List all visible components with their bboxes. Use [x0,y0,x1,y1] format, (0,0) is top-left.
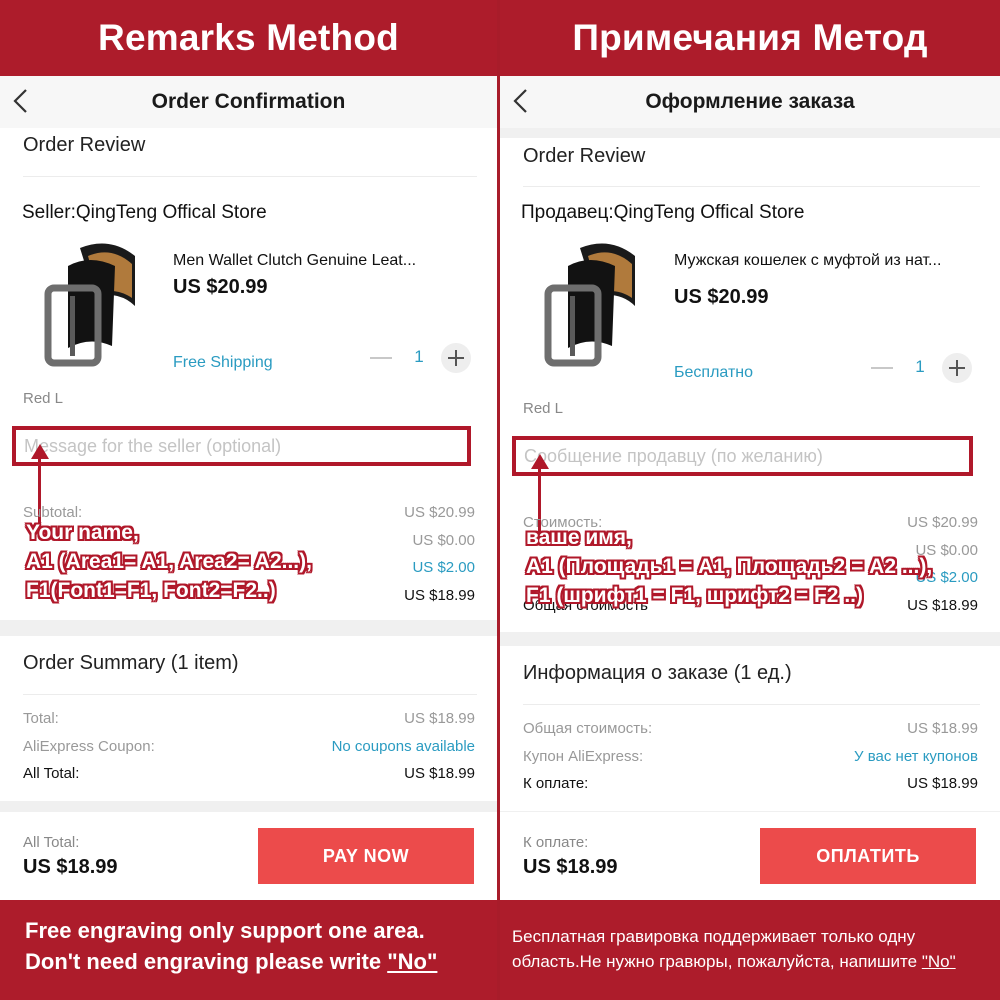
engraving-note: Бесплатная гравировка поддерживает тольк… [500,900,1000,1000]
all-total-value: US $18.99 [404,765,475,782]
product-name[interactable]: Мужская кошелек с муфтой из нат... [674,252,941,270]
order-summary-title: Информация о заказе (1 ед.) [523,662,792,684]
shipping-value: US $2.00 [412,559,475,576]
checkout-bar: All Total: US $18.99 PAY NOW [0,812,497,900]
product-variant: Red L [523,400,564,417]
coupon-link[interactable]: У вас нет купонов [854,748,978,765]
total-label: Общая стоимость: [523,720,653,737]
left-panel: Remarks Method Order Confirmation Order … [0,0,497,1000]
seller-message-input[interactable] [24,434,459,458]
total-value: US $18.99 [404,710,475,727]
banner-title: Примечания Метод [500,0,1000,76]
note-line-2: область.Не нужно гравюры, пожалуйста, на… [512,952,956,972]
seller-message-input[interactable] [524,444,961,468]
order-summary-card: Order Summary (1 item) Total: US $18.99 … [0,636,497,801]
product-price: US $20.99 [674,286,769,308]
divider [23,694,477,695]
quantity-value: 1 [414,347,424,366]
bottom-total-label: К оплате: [523,834,589,851]
instruction-line-2: A1 (Площадь1 = A1, Площадь2 = A2 ...), [526,555,933,578]
row-total-value: US $18.99 [907,597,978,614]
note-line-2-text: Don't need engraving please write [25,949,388,974]
bottom-total-label: All Total: [23,834,80,851]
back-chevron-icon[interactable] [8,86,34,116]
page-title: Оформление заказа [645,90,855,113]
divider [23,176,477,177]
message-highlight-box [12,426,471,466]
banner-title: Remarks Method [0,0,497,76]
subtotal-value: US $20.99 [404,504,475,521]
all-total-value: US $18.99 [907,775,978,792]
pay-now-button[interactable]: PAY NOW [258,828,474,884]
note-line-2-text: область.Не нужно гравюры, пожалуйста, на… [512,952,922,971]
bottom-total-value: US $18.99 [23,856,118,878]
coupon-label: AliExpress Coupon: [23,738,155,755]
all-total-label: К оплате: [523,775,589,792]
note-no-text: "No" [387,949,438,974]
nav-bar: Order Confirmation [0,76,497,128]
row-total-value: US $18.99 [404,587,475,604]
belt-product-image[interactable] [540,236,640,371]
product-price: US $20.99 [173,276,268,298]
order-review-heading: Order Review [23,134,146,156]
quantity-value: 1 [915,357,925,376]
shipping-label: Бесплатно [674,364,754,381]
order-review-card: Order Review Продавец:QingTeng Offical S… [500,138,1000,632]
order-review-card: Order Review Seller:QingTeng Offical Sto… [0,128,497,620]
order-review-heading: Order Review [523,145,646,167]
all-total-label: All Total: [23,765,80,782]
minus-icon[interactable] [871,367,893,369]
arrow-up-icon [31,444,49,459]
page-title: Order Confirmation [151,90,346,113]
plus-icon[interactable] [441,343,471,373]
note-line-1: Free engraving only support one area. [25,918,425,943]
subtotal-value: US $20.99 [907,514,978,531]
divider [523,186,980,187]
message-highlight-box [512,436,973,476]
shipping-label: Free Shipping [173,354,273,371]
order-summary-card: Информация о заказе (1 ед.) Общая стоимо… [500,646,1000,811]
product-name[interactable]: Men Wallet Clutch Genuine Leat... [173,252,416,270]
seller-name[interactable]: Seller:QingTeng Offical Store [22,202,267,224]
coupon-label: Купон AliExpress: [523,748,644,765]
pay-button[interactable]: ОПЛАТИТЬ [760,828,976,884]
note-no-text: "No" [921,952,956,971]
instruction-line-1: Your name, [26,521,139,544]
instruction-line-3: F1 (шрифт1 = F1, шрифт2 = F2 ..) [526,584,863,607]
order-summary-title: Order Summary (1 item) [23,652,239,674]
note-line-1: Бесплатная гравировка поддерживает тольк… [512,927,916,946]
instruction-line-1: ваше имя, [526,526,632,549]
engraving-note: Free engraving only support one area. Do… [0,900,497,1000]
plus-icon[interactable] [942,353,972,383]
divider [523,704,980,705]
total-label: Total: [23,710,59,727]
coupon-link[interactable]: No coupons available [332,738,475,755]
note-line-2: Don't need engraving please write "No" [25,949,437,975]
back-chevron-icon[interactable] [508,86,534,116]
nav-bar: Оформление заказа [500,76,1000,128]
instruction-line-2: A1 (Area1= A1, Area2= A2...), [26,550,312,573]
checkout-bar: К оплате: US $18.99 ОПЛАТИТЬ [500,812,1000,900]
right-panel: Примечания Метод Оформление заказа Order… [500,0,1000,1000]
instruction-line-3: F1(Font1=F1, Font2=F2..) [26,579,276,602]
arrow-up-icon [531,454,549,469]
seller-name[interactable]: Продавец:QingTeng Offical Store [521,202,804,224]
minus-icon[interactable] [370,357,392,359]
product-variant: Red L [23,390,64,407]
belt-product-image[interactable] [40,236,140,371]
discount-value: US $0.00 [412,532,475,549]
total-value: US $18.99 [907,720,978,737]
bottom-total-value: US $18.99 [523,856,618,878]
